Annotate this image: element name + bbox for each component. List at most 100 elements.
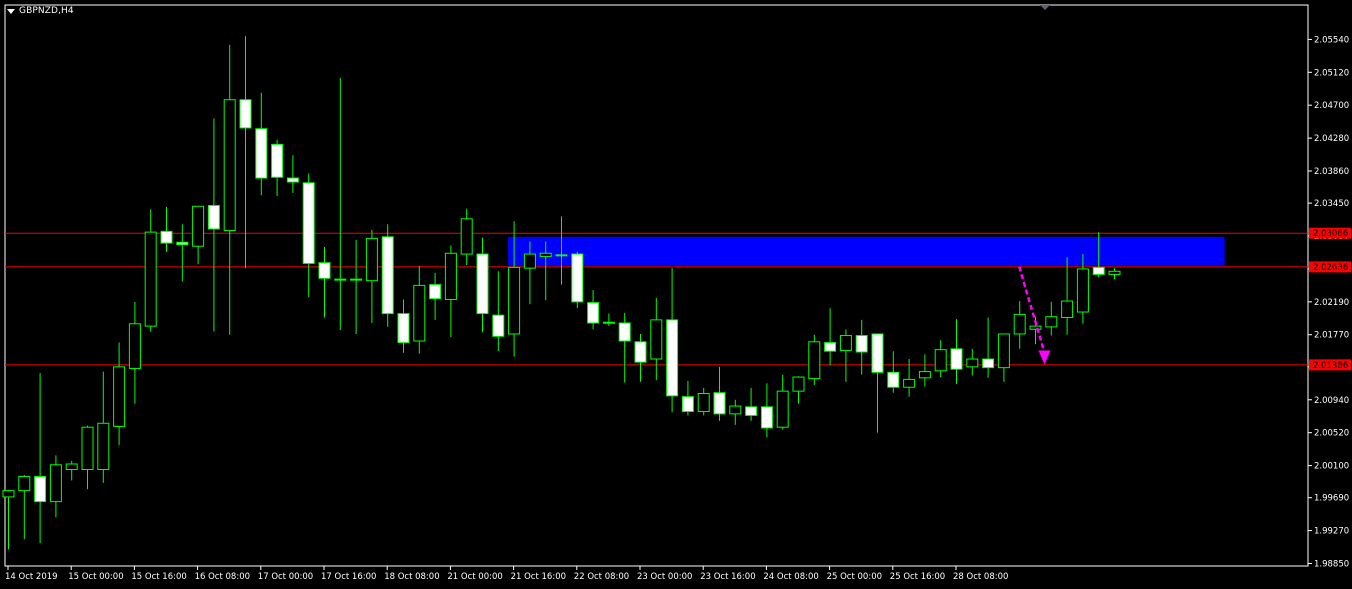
candle xyxy=(634,333,647,382)
bear-candle-body xyxy=(571,253,584,303)
bull-candle-body xyxy=(144,231,157,327)
x-tick-label: 23 Oct 16:00 xyxy=(700,572,755,582)
bear-candle-body xyxy=(760,406,773,429)
bull-candle-body xyxy=(918,371,931,379)
bull-candle-body xyxy=(18,476,31,492)
candle xyxy=(144,209,157,332)
y-tick-label: 2.03450 xyxy=(1314,199,1349,209)
candle xyxy=(792,376,805,404)
candle xyxy=(97,371,110,483)
bear-candle-body xyxy=(34,476,47,503)
y-tick-label: 2.03860 xyxy=(1314,167,1349,177)
bull-candle-body xyxy=(65,463,78,470)
y-tick-label: 2.00940 xyxy=(1314,396,1349,406)
bear-candle-body xyxy=(587,302,600,324)
candle xyxy=(365,229,378,323)
candle xyxy=(697,388,710,416)
candle xyxy=(650,297,663,381)
candle xyxy=(18,474,31,540)
bull-candle-body xyxy=(413,284,426,342)
candle xyxy=(681,380,694,416)
y-tick-label: 1.99270 xyxy=(1314,527,1349,537)
bear-candle-body xyxy=(950,348,963,370)
candle xyxy=(334,77,347,331)
candle xyxy=(918,354,931,387)
candle xyxy=(34,373,47,544)
bear-candle-body xyxy=(887,371,900,388)
dropdown-arrow-icon[interactable] xyxy=(7,8,15,14)
x-tick-label: 22 Oct 08:00 xyxy=(574,572,629,582)
chart-shift-marker-icon[interactable] xyxy=(1040,5,1050,10)
candle xyxy=(381,224,394,327)
candle xyxy=(587,290,600,330)
bear-candle-body xyxy=(255,128,268,179)
y-tick-label: 1.98850 xyxy=(1314,560,1349,570)
x-tick-label: 24 Oct 08:00 xyxy=(763,572,818,582)
bear-candle-body xyxy=(681,396,694,413)
candle xyxy=(824,308,837,366)
candle xyxy=(413,265,426,354)
y-tick-label: 2.04700 xyxy=(1314,101,1349,111)
bear-candle-body xyxy=(824,342,837,352)
bull-candle-body xyxy=(2,490,15,498)
candle xyxy=(223,44,236,335)
x-tick-label: 21 Oct 16:00 xyxy=(511,572,566,582)
candle xyxy=(113,342,126,446)
bull-candle-body xyxy=(460,218,473,255)
y-tick-label: 2.04280 xyxy=(1314,134,1349,144)
bear-candle-body xyxy=(286,177,299,183)
candle xyxy=(350,239,363,334)
bear-candle-body xyxy=(982,358,995,369)
bull-candle-body xyxy=(223,99,236,232)
projection-arrow-shaft xyxy=(1018,266,1046,353)
chart-title[interactable]: GBPNZD,H4 xyxy=(7,6,74,16)
candle xyxy=(1061,257,1074,335)
candle xyxy=(429,272,442,320)
candle xyxy=(760,383,773,438)
bear-candle-body xyxy=(207,204,220,230)
candle xyxy=(808,334,821,385)
candle xyxy=(713,366,726,421)
bull-candle-body xyxy=(523,253,536,269)
y-tick-label: 1.99690 xyxy=(1314,494,1349,504)
bull-candle-body xyxy=(839,335,852,351)
bull-candle-body xyxy=(81,426,94,470)
projection-arrow-head-icon xyxy=(1038,350,1051,365)
candles xyxy=(2,36,1121,550)
plot-frame xyxy=(4,4,1309,567)
candle xyxy=(855,319,868,375)
bear-candle-body xyxy=(666,319,679,397)
level-price-label: 2.02636 xyxy=(1313,263,1348,273)
candle xyxy=(776,374,789,430)
candle xyxy=(318,247,331,318)
bull-candle-body xyxy=(602,321,615,324)
bull-candle-body xyxy=(334,278,347,281)
bull-candle-body xyxy=(365,237,378,282)
y-tick-label: 2.05120 xyxy=(1314,68,1349,78)
candle xyxy=(444,245,457,338)
x-tick-label: 23 Oct 00:00 xyxy=(637,572,692,582)
candle xyxy=(1045,301,1058,336)
candle xyxy=(571,251,584,309)
bull-candle-body xyxy=(539,252,552,257)
price-chart[interactable]: 1.98850 1.99270 1.99690 2.00100 2.00520 2.009… xyxy=(0,0,1352,589)
candle xyxy=(128,301,141,404)
candle xyxy=(476,237,489,333)
candle xyxy=(1013,301,1026,349)
bull-candle-body xyxy=(128,323,141,369)
x-tick-label: 28 Oct 08:00 xyxy=(953,572,1008,582)
candle xyxy=(745,388,758,421)
bull-candle-body xyxy=(1061,300,1074,319)
symbol-title: GBPNZD,H4 xyxy=(19,6,74,16)
candle xyxy=(271,139,284,197)
level-price-label: 2.01386 xyxy=(1313,361,1348,371)
bull-candle-body xyxy=(792,376,805,392)
y-tick-label: 2.02190 xyxy=(1314,298,1349,308)
bull-candle-body xyxy=(1029,325,1042,330)
bear-candle-body xyxy=(855,335,868,353)
x-tick-label: 17 Oct 00:00 xyxy=(258,572,313,582)
x-tick-label: 18 Oct 08:00 xyxy=(384,572,439,582)
candle xyxy=(49,455,62,518)
bear-candle-body xyxy=(271,143,284,178)
bear-candle-body xyxy=(1092,266,1105,275)
